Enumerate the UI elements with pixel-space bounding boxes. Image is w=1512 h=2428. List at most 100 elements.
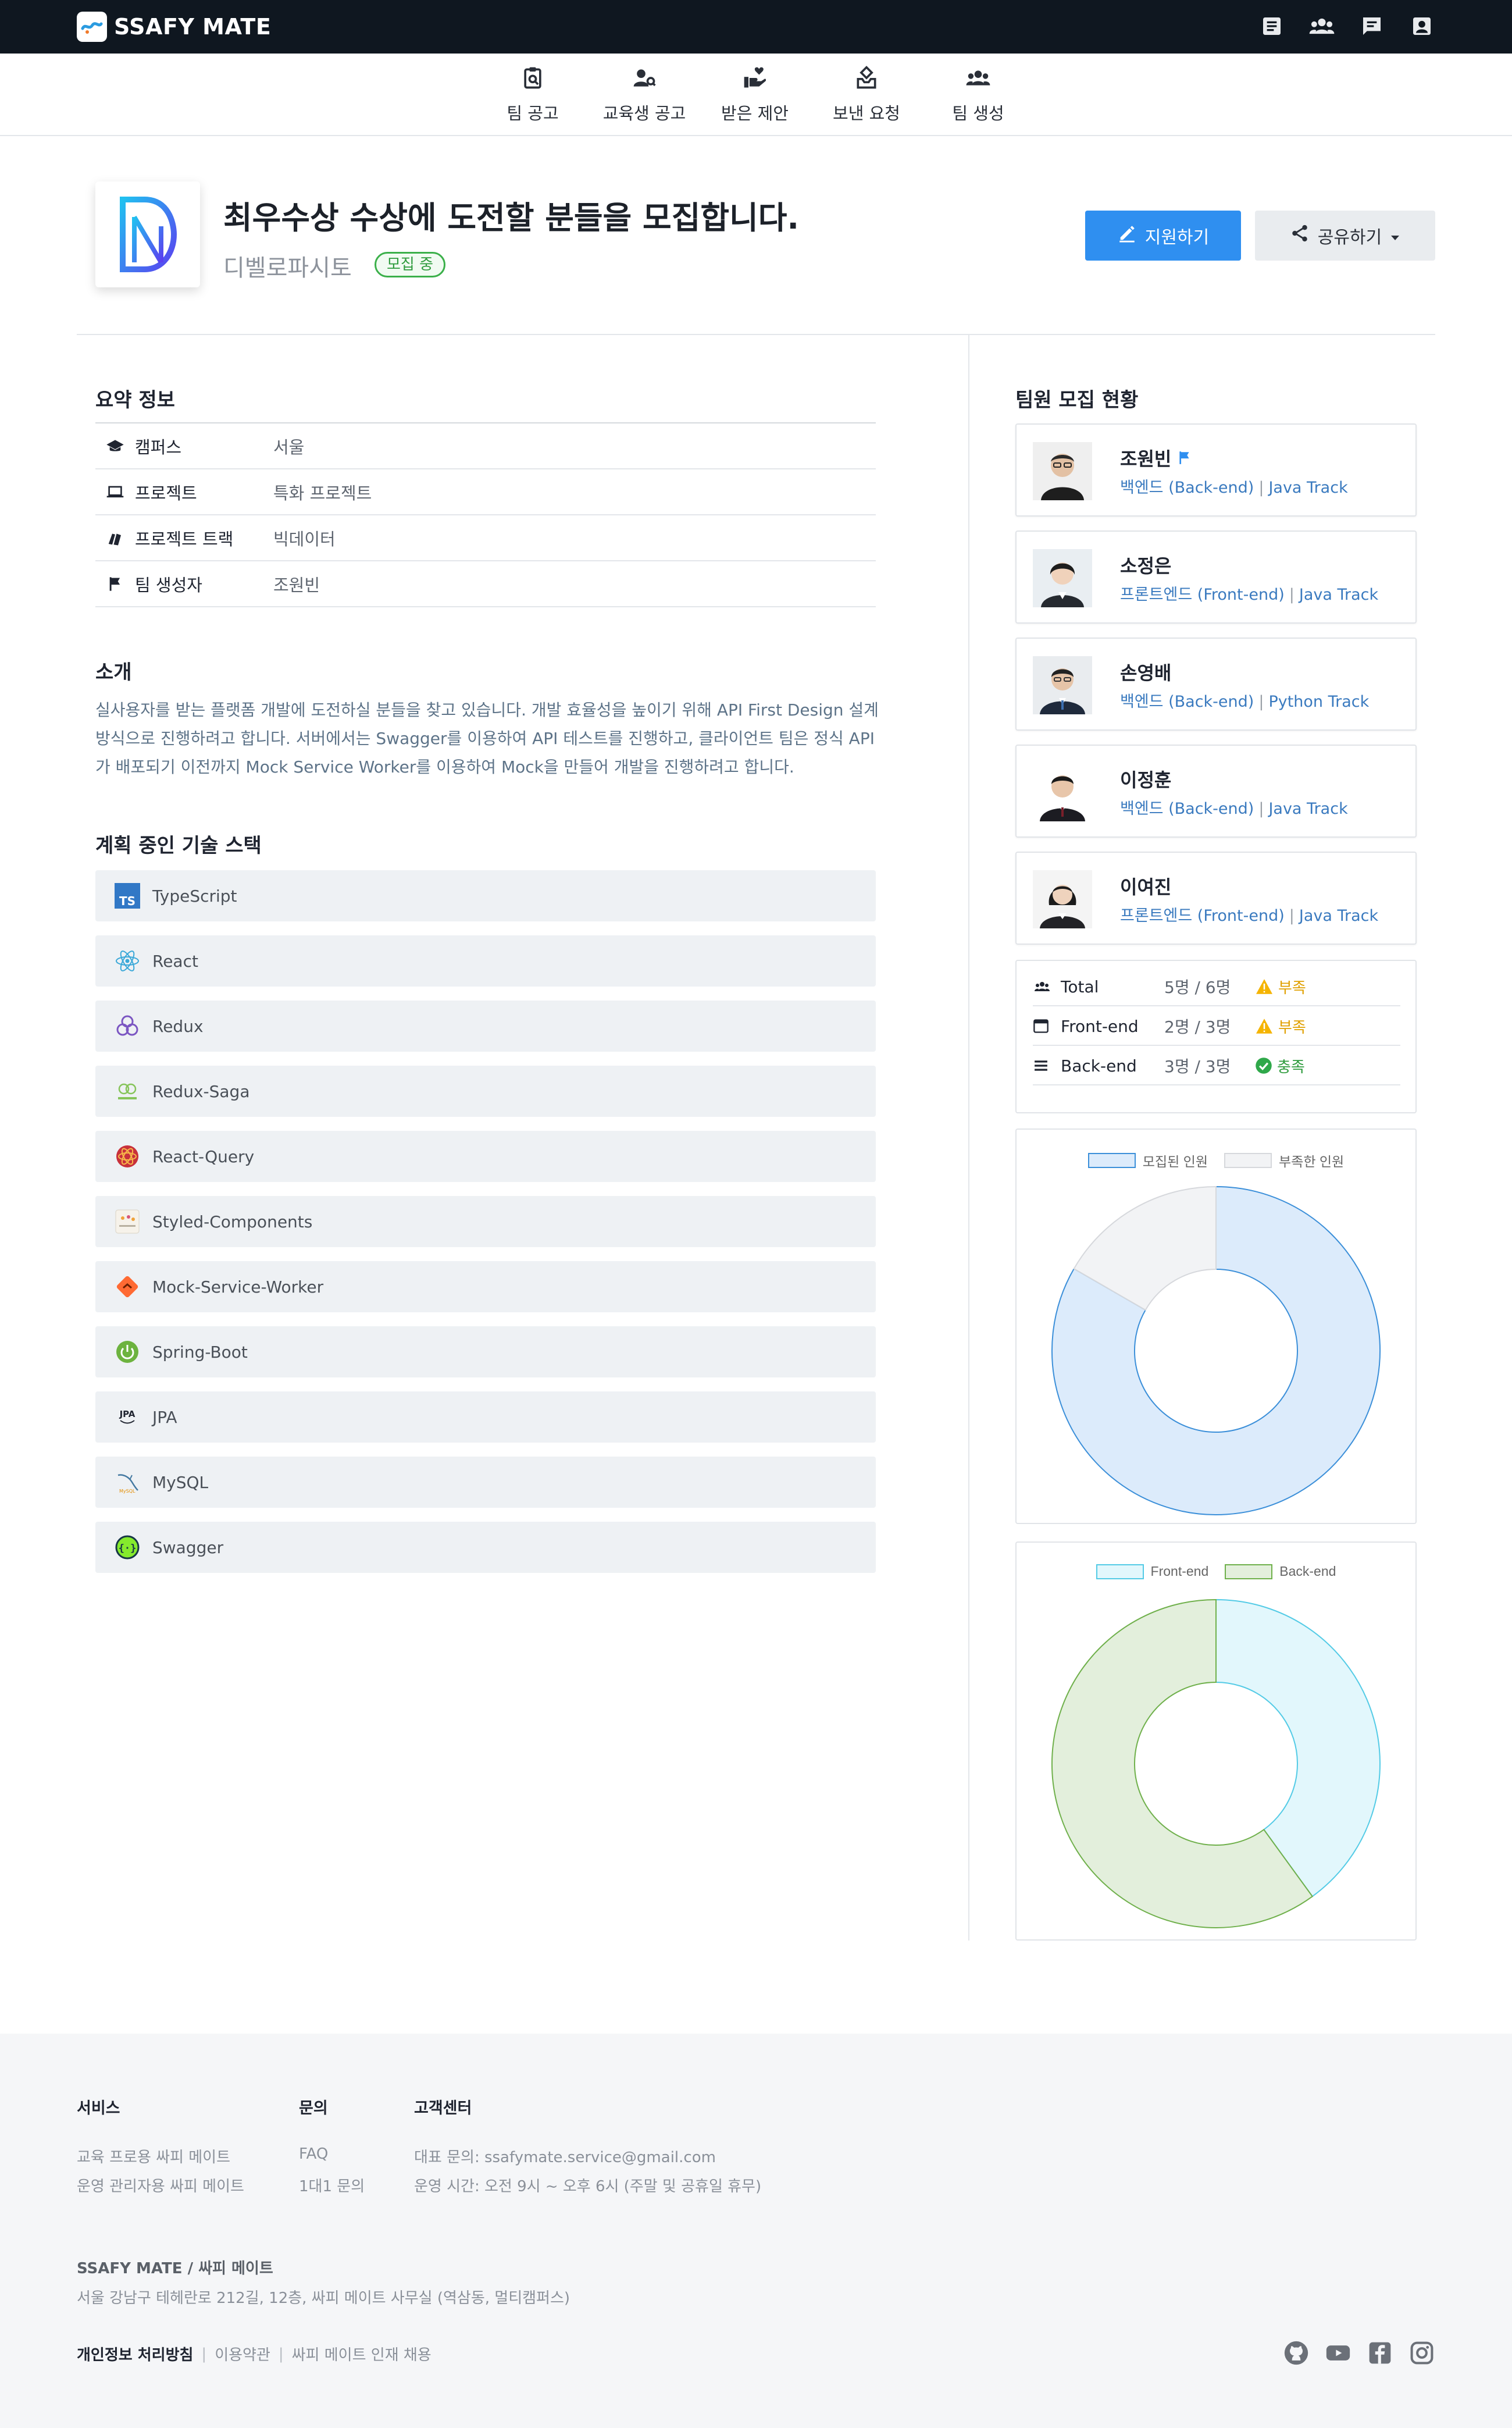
member-name-text: 소정은	[1120, 555, 1172, 577]
member-role-text: 백엔드 (Back-end)	[1120, 479, 1254, 497]
position-ratio-chart: Front-end Back-end	[1015, 1541, 1417, 1941]
member-card[interactable]: 소정은 프론트엔드 (Front-end) | Java Track	[1015, 531, 1417, 624]
books-icon	[104, 529, 127, 547]
github-icon[interactable]	[1283, 2340, 1310, 2366]
tab-label: 받은 제안	[721, 104, 789, 123]
redux-icon	[114, 1013, 141, 1039]
tech-name: React	[152, 951, 198, 971]
status-badge: 모집 중	[375, 252, 446, 277]
privacy-policy-link[interactable]: 개인정보 처리방침	[77, 2343, 193, 2365]
instagram-icon[interactable]	[1408, 2340, 1435, 2366]
legend-item-backend[interactable]: Back-end	[1225, 1564, 1336, 1579]
clipboard-search-icon	[520, 65, 545, 91]
summary-row-campus: 캠퍼스 서울	[95, 423, 876, 469]
apply-button-label: 지원하기	[1144, 227, 1210, 248]
legend-swatch	[1224, 1153, 1272, 1168]
post-title: 최우수상 수상에 도전할 분들을 모집합니다.	[223, 200, 799, 236]
styled-components-icon	[114, 1208, 141, 1235]
member-card[interactable]: 이정훈 백엔드 (Back-end) | Java Track	[1015, 745, 1417, 838]
share-icon	[1290, 223, 1310, 248]
member-track: Java Track	[1268, 479, 1348, 497]
chat-icon[interactable]	[1358, 13, 1385, 40]
member-card[interactable]: 조원빈 백엔드 (Back-end) | Java Track	[1015, 423, 1417, 517]
graduation-cap-icon	[104, 438, 127, 454]
send-request-icon	[854, 65, 879, 91]
tech-name: TypeScript	[152, 886, 237, 906]
apply-button[interactable]: 지원하기	[1085, 211, 1241, 261]
react-icon	[114, 948, 141, 974]
member-card[interactable]: 이여진 프론트엔드 (Front-end) | Java Track	[1015, 852, 1417, 945]
footer-link[interactable]: FAQ	[299, 2145, 328, 2163]
member-role-text: 프론트엔드 (Front-end)	[1120, 586, 1285, 604]
tab-label: 교육생 공고	[602, 104, 686, 123]
stats-count: 2명 / 3명	[1164, 1017, 1231, 1037]
tech-name: React-Query	[152, 1147, 255, 1166]
tab-create-team[interactable]: 팀 생성	[926, 65, 1030, 124]
role-separator: |	[1289, 907, 1295, 925]
brand-logo-icon	[77, 12, 107, 42]
summary-row-track: 프로젝트 트랙 빅데이터	[95, 515, 876, 561]
facebook-icon[interactable]	[1367, 2340, 1393, 2366]
member-avatar	[1033, 656, 1092, 714]
column-divider	[968, 335, 969, 1941]
footer-link[interactable]: 1대1 문의	[299, 2174, 365, 2196]
flag-icon	[104, 575, 127, 593]
footer-link[interactable]: 운영 관리자용 싸피 메이트	[77, 2174, 244, 2196]
stats-status: 부족	[1255, 976, 1306, 998]
tab-student-posts[interactable]: 교육생 공고	[592, 65, 697, 124]
brand-name: SSAFY MATE	[114, 14, 272, 40]
stats-row-total: Total 5명 / 6명 부족	[1033, 968, 1400, 1006]
legend-item-lacking[interactable]: 부족한 인원	[1224, 1151, 1344, 1170]
svg-text:JPA: JPA	[119, 1409, 135, 1419]
react-query-icon	[114, 1143, 141, 1170]
role-separator: |	[1289, 586, 1295, 604]
intro-title: 소개	[95, 661, 132, 684]
member-card[interactable]: 손영배 백엔드 (Back-end) | Python Track	[1015, 638, 1417, 731]
tech-stack-list: TS TypeScript React Redux Redux-Saga Rea…	[95, 870, 876, 1587]
legend-item-recruited[interactable]: 모집된 인원	[1087, 1151, 1208, 1170]
intro-text: 실사용자를 받는 플랫폼 개발에 도전하실 분들을 찾고 있습니다. 개발 효율…	[95, 700, 879, 777]
footer-col-title: 고객센터	[414, 2099, 472, 2117]
member-name: 조원빈	[1120, 444, 1192, 471]
tech-name: JPA	[152, 1407, 177, 1427]
footer-contact-email[interactable]: 대표 문의: ssafymate.service@gmail.com	[414, 2145, 716, 2167]
profile-icon[interactable]	[1408, 13, 1435, 40]
member-role: 백엔드 (Back-end) | Java Track	[1120, 475, 1348, 497]
footer-col-title: 문의	[299, 2099, 328, 2117]
terms-link[interactable]: 이용약관	[215, 2343, 270, 2365]
svg-text:TS: TS	[119, 894, 135, 908]
role-separator: |	[1258, 479, 1264, 497]
brand-home-link[interactable]: SSAFY MATE	[77, 12, 271, 42]
stats-count: 3명 / 3명	[1164, 1057, 1231, 1076]
tech-item: Redux	[95, 1001, 876, 1052]
group-icon[interactable]	[1308, 13, 1335, 40]
summary-value: 빅데이터	[273, 529, 336, 549]
share-dropdown-button[interactable]: 공유하기	[1255, 211, 1435, 261]
share-button-label: 공유하기	[1317, 227, 1382, 248]
member-avatar	[1033, 549, 1092, 607]
svg-text:MySQL: MySQL	[119, 1489, 135, 1494]
tech-item: React	[95, 935, 876, 987]
legend-label: Front-end	[1150, 1564, 1209, 1579]
stats-label: Back-end	[1061, 1056, 1137, 1076]
spring-boot-icon	[114, 1338, 141, 1365]
member-role: 백엔드 (Back-end) | Java Track	[1120, 796, 1348, 818]
swagger-icon: {·}	[114, 1534, 141, 1561]
typescript-icon: TS	[114, 882, 141, 909]
legend-item-frontend[interactable]: Front-end	[1096, 1564, 1209, 1579]
member-avatar	[1033, 870, 1092, 928]
footer-col-title: 서비스	[77, 2099, 120, 2117]
footer-link[interactable]: 교육 프로용 싸피 메이트	[77, 2145, 230, 2167]
summary-value: 조원빈	[273, 575, 320, 595]
legend-swatch	[1096, 1564, 1144, 1579]
youtube-icon[interactable]	[1325, 2340, 1351, 2366]
careers-link[interactable]: 싸피 메이트 인재 채용	[292, 2343, 432, 2365]
donut-chart-position	[1051, 1599, 1381, 1928]
tech-item: Redux-Saga	[95, 1066, 876, 1117]
tab-team-posts[interactable]: 팀 공고	[480, 65, 585, 124]
tab-received-offers[interactable]: 받은 제안	[702, 65, 807, 124]
tab-sent-requests[interactable]: 보낸 요청	[814, 65, 919, 124]
board-icon[interactable]	[1258, 13, 1285, 40]
legend-label: 모집된 인원	[1142, 1154, 1208, 1169]
member-name-text: 이여진	[1120, 876, 1172, 898]
